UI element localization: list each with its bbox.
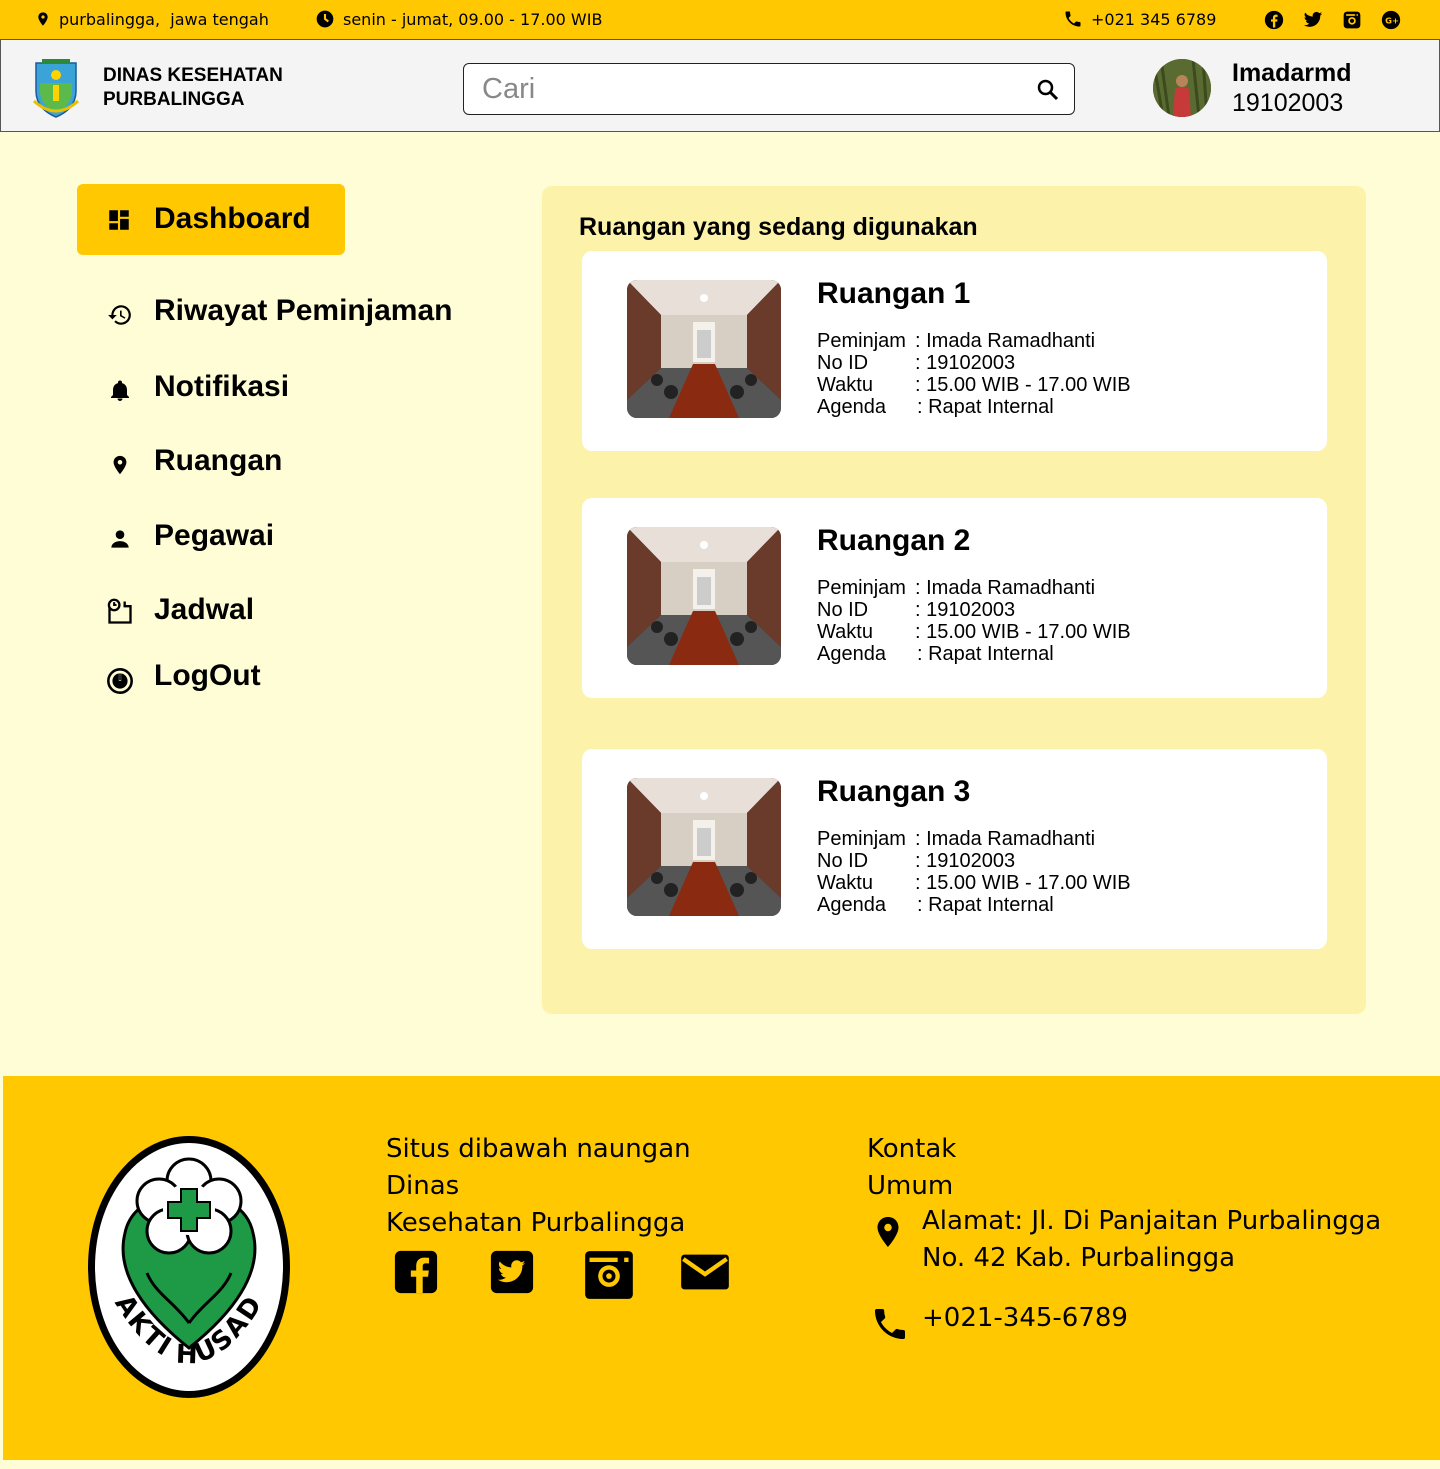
footer-social-links (393, 1249, 731, 1305)
hours-info: senin - jumat, 09.00 - 17.00 WIB (315, 9, 602, 29)
id-label: No ID (817, 599, 869, 621)
room-image (627, 778, 781, 916)
location-pin-icon (105, 450, 135, 480)
phone-info: +021 345 6789 (1063, 9, 1216, 29)
peminjam-label: Peminjam (817, 828, 906, 850)
phone-icon (870, 1304, 910, 1348)
address-line2: No. 42 Kab. Purbalingga (922, 1243, 1236, 1273)
top-social-links: G+ (1263, 9, 1402, 31)
panel-title: Ruangan yang sedang digunakan (579, 213, 978, 241)
room-card[interactable]: Ruangan 1 Peminjam : Imada Ramadhanti No … (582, 251, 1327, 451)
sidebar-item-label: Jadwal (154, 593, 255, 626)
agenda-value: : Rapat Internal (917, 396, 1054, 418)
history-icon (105, 300, 135, 330)
waktu-value: : 15.00 WIB - 17.00 WIB (915, 374, 1131, 396)
location-pin-icon (870, 1210, 906, 1258)
id-value: : 19102003 (915, 850, 1016, 872)
sidebar-item-label: Ruangan (154, 444, 283, 477)
agenda-label: Agenda (817, 396, 886, 418)
location-text: purbalingga, jawa tengah (59, 9, 269, 29)
agenda-value: : Rapat Internal (917, 643, 1054, 665)
address: Alamat: Jl. Di Panjaitan Purbalingga No.… (922, 1203, 1402, 1277)
phone-text: +021 345 6789 (1091, 9, 1217, 29)
user-name: Imadarmd (1232, 59, 1352, 87)
svg-text:G+: G+ (1385, 15, 1399, 25)
room-info: Peminjam : Imada Ramadhanti No ID : 191020… (817, 828, 1131, 916)
facebook-icon[interactable] (1263, 9, 1285, 31)
footer-desc-line1: Situs dibawah naungan Dinas (386, 1134, 691, 1201)
sidebar-item-label: LogOut (154, 659, 261, 692)
search-box[interactable] (463, 63, 1075, 115)
header: DINAS KESEHATAN PURBALINGGA Imadarmd 191… (0, 39, 1440, 132)
facebook-icon[interactable] (393, 1249, 439, 1305)
agenda-label: Agenda (817, 894, 886, 916)
power-icon (105, 666, 135, 696)
email-icon[interactable] (679, 1249, 731, 1305)
location-pin-icon (38, 12, 48, 26)
waktu-value: : 15.00 WIB - 17.00 WIB (915, 621, 1131, 643)
org-name-line1: DINAS KESEHATAN (103, 65, 283, 86)
instagram-icon[interactable] (1341, 9, 1363, 31)
waktu-label: Waktu (817, 621, 873, 643)
footer-desc-line2: Kesehatan Purbalingga (386, 1208, 686, 1238)
room-name: Ruangan 1 (817, 277, 971, 310)
waktu-value: : 15.00 WIB - 17.00 WIB (915, 872, 1131, 894)
google-plus-icon[interactable]: G+ (1380, 9, 1402, 31)
org-name-line2: PURBALINGGA (103, 89, 245, 110)
id-label: No ID (817, 850, 869, 872)
room-image (627, 280, 781, 418)
contact-heading-line1: Kontak (867, 1134, 957, 1164)
dashboard-icon (104, 205, 134, 235)
twitter-icon[interactable] (489, 1249, 535, 1305)
footer-description: Situs dibawah naungan Dinas Kesehatan Pu… (386, 1131, 766, 1242)
sidebar-item-dashboard[interactable]: Dashboard (77, 184, 345, 255)
peminjam-label: Peminjam (817, 330, 906, 352)
id-label: No ID (817, 352, 869, 374)
bell-icon (105, 376, 135, 406)
search-input[interactable] (482, 72, 1022, 106)
peminjam-value: : Imada Ramadhanti (915, 577, 1096, 599)
room-name: Ruangan 3 (817, 775, 971, 808)
waktu-label: Waktu (817, 374, 873, 396)
rooms-in-use-panel: Ruangan yang sedang digunakan Ruangan 1 … (542, 186, 1366, 1014)
contact-heading: Kontak Umum (867, 1131, 956, 1205)
peminjam-value: : Imada Ramadhanti (915, 828, 1096, 850)
sidebar-item-label: Notifikasi (154, 370, 290, 403)
footer: BAKTI HUSADA Situs dibawah naungan Dinas… (3, 1076, 1440, 1460)
agenda-value: : Rapat Internal (917, 894, 1054, 916)
sidebar-item-label: Riwayat Peminjaman (154, 294, 453, 327)
phone-icon (1065, 11, 1081, 27)
person-icon (105, 524, 135, 554)
avatar[interactable] (1153, 59, 1211, 117)
peminjam-value: : Imada Ramadhanti (915, 330, 1096, 352)
address-line1: Alamat: Jl. Di Panjaitan Purbalingga (922, 1206, 1382, 1236)
peminjam-label: Peminjam (817, 577, 906, 599)
kabupaten-logo[interactable] (32, 57, 80, 119)
footer-phone[interactable]: +021-345-6789 (922, 1303, 1128, 1333)
sidebar-item-label: Dashboard (154, 202, 311, 235)
id-value: : 19102003 (915, 352, 1016, 374)
user-id: 19102003 (1232, 89, 1344, 117)
org-name: DINAS KESEHATAN PURBALINGGA (103, 64, 283, 112)
bakti-husada-logo: BAKTI HUSADA (74, 1110, 293, 1401)
id-value: : 19102003 (915, 599, 1016, 621)
instagram-icon[interactable] (583, 1249, 635, 1305)
hours-text: senin - jumat, 09.00 - 17.00 WIB (343, 9, 603, 29)
sidebar-item-label: Pegawai (154, 519, 275, 552)
room-image (627, 527, 781, 665)
room-info: Peminjam : Imada Ramadhanti No ID : 191020… (817, 330, 1131, 418)
room-card[interactable]: Ruangan 2 Peminjam : Imada Ramadhanti No … (582, 498, 1327, 698)
top-info-bar: purbalingga, jawa tengah senin - jumat, … (0, 0, 1440, 39)
agenda-label: Agenda (817, 643, 886, 665)
room-info: Peminjam : Imada Ramadhanti No ID : 191020… (817, 577, 1131, 665)
clock-icon (316, 10, 334, 28)
room-card[interactable]: Ruangan 3 Peminjam : Imada Ramadhanti No … (582, 749, 1327, 949)
schedule-icon (105, 597, 135, 627)
contact-heading-line2: Umum (867, 1171, 954, 1201)
location-info: purbalingga, jawa tengah (35, 9, 269, 29)
waktu-label: Waktu (817, 872, 873, 894)
search-icon[interactable] (1036, 78, 1060, 107)
twitter-icon[interactable] (1302, 9, 1324, 31)
room-name: Ruangan 2 (817, 524, 971, 557)
